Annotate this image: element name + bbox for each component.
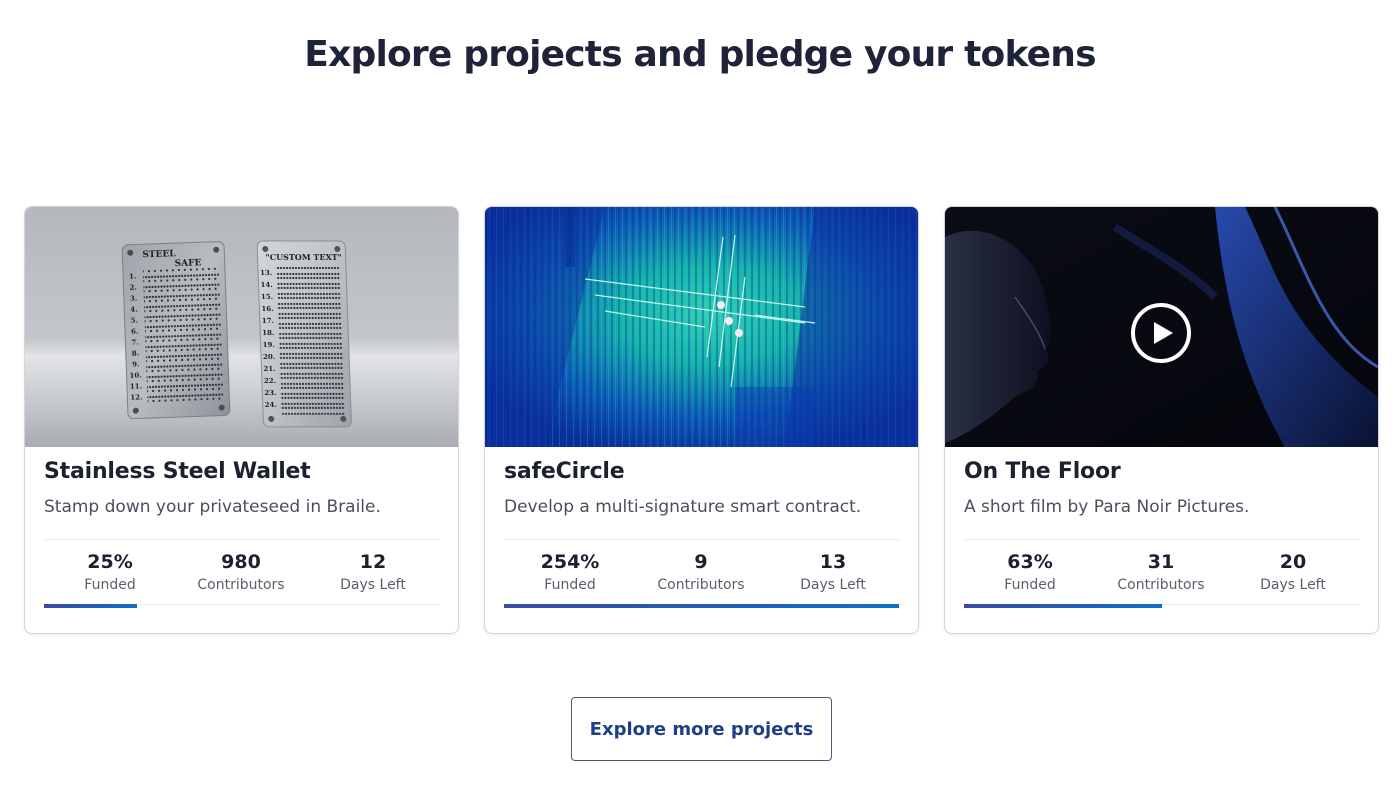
svg-text:14.: 14. [260,280,273,289]
project-title[interactable]: On The Floor [964,459,1121,484]
project-description: Stamp down your privateseed in Braile. [44,497,381,517]
svg-text:4.: 4. [130,304,138,313]
stat-funded-label: Funded [1004,577,1056,593]
svg-text:18.: 18. [262,328,275,337]
project-card-on-the-floor[interactable]: On The Floor A short film by Para Noir P… [944,206,1379,634]
stat-days-left-value: 20 [1279,551,1307,573]
page: Explore projects and pledge your tokens [0,0,1400,804]
funding-progress-fill [44,604,137,608]
svg-text:22.: 22. [264,376,277,385]
stat-contributors-value: 9 [694,551,708,573]
stat-days-left: 20 Days Left [1227,550,1359,596]
project-stats: 25% Funded 980 Contributors 12 Days Left [44,539,439,609]
svg-text:2.: 2. [129,283,137,292]
svg-text:16.: 16. [261,304,274,313]
stat-contributors: 31 Contributors [1095,550,1227,596]
page-title: Explore projects and pledge your tokens [304,34,1096,75]
svg-text:9.: 9. [132,359,140,368]
project-card-stainless-steel-wallet[interactable]: STEEL SAFE 1. 2. 3. 4. 5. 6. 7. 8. 9. 10. 11. 12… [24,206,459,634]
svg-text:11.: 11. [130,381,142,390]
stat-funded: 63% Funded [964,550,1096,596]
svg-text:20.: 20. [263,352,276,361]
svg-text:5.: 5. [130,315,138,324]
plate-left-header-2: SAFE [175,258,202,269]
funding-progress-fill [504,604,899,608]
funding-progress-bar [44,604,439,608]
svg-text:21.: 21. [263,364,276,373]
play-button[interactable] [1131,303,1191,363]
svg-text:6.: 6. [131,326,139,335]
svg-text:24.: 24. [265,400,278,409]
project-title[interactable]: Stainless Steel Wallet [44,459,311,484]
svg-text:15.: 15. [261,292,274,301]
stat-funded-value: 254% [540,551,600,573]
stat-funded: 25% Funded [44,550,176,596]
project-stats: 254% Funded 9 Contributors 13 Days Left [504,539,899,609]
project-stats: 63% Funded 31 Contributors 20 Days Left [964,539,1359,609]
stat-days-left-value: 12 [359,551,387,573]
stat-contributors-label: Contributors [1117,577,1205,593]
svg-text:23.: 23. [264,388,277,397]
stat-contributors: 980 Contributors [175,550,307,596]
stat-funded-label: Funded [544,577,596,593]
svg-text:12.: 12. [130,392,142,401]
svg-text:17.: 17. [262,316,275,325]
stat-days-left-label: Days Left [800,577,866,593]
svg-text:19.: 19. [262,340,275,349]
plate-right-header: "CUSTOM TEXT" [265,252,342,262]
stat-contributors-label: Contributors [657,577,745,593]
stat-days-left-label: Days Left [1260,577,1326,593]
svg-text:7.: 7. [131,337,139,346]
explore-more-projects-button[interactable]: Explore more projects [571,697,832,761]
steel-plates-image[interactable]: STEEL SAFE 1. 2. 3. 4. 5. 6. 7. 8. 9. 10. 11. 12… [25,207,458,447]
project-description: A short film by Para Noir Pictures. [964,497,1250,517]
project-cards: STEEL SAFE 1. 2. 3. 4. 5. 6. 7. 8. 9. 10. 11. 12… [24,206,1379,634]
svg-text:10.: 10. [129,370,141,379]
project-title[interactable]: safeCircle [504,459,625,484]
stat-days-left: 13 Days Left [767,550,899,596]
funding-progress-bar [504,604,899,608]
play-icon [1154,322,1173,344]
svg-text:13.: 13. [260,268,273,277]
film-still-image[interactable] [945,207,1378,447]
svg-text:1.: 1. [129,272,137,281]
stat-funded-value: 25% [87,551,133,573]
svg-text:8.: 8. [132,348,140,357]
plate-left-header-1: STEEL [142,249,176,260]
stat-contributors-value: 980 [221,551,261,573]
stat-funded: 254% Funded [504,550,636,596]
stat-days-left: 12 Days Left [307,550,439,596]
funding-progress-bar [964,604,1359,608]
svg-text:3.: 3. [130,294,138,303]
stat-days-left-value: 13 [819,551,847,573]
project-card-safecircle[interactable]: safeCircle Develop a multi-signature sma… [484,206,919,634]
abstract-circuit-image[interactable] [485,207,918,447]
funding-progress-fill [964,604,1162,608]
project-description: Develop a multi-signature smart contract… [504,497,862,517]
stat-days-left-label: Days Left [340,577,406,593]
stat-contributors: 9 Contributors [635,550,767,596]
stat-funded-label: Funded [84,577,136,593]
stat-funded-value: 63% [1007,551,1053,573]
stat-contributors-label: Contributors [197,577,285,593]
stat-contributors-value: 31 [1147,551,1175,573]
